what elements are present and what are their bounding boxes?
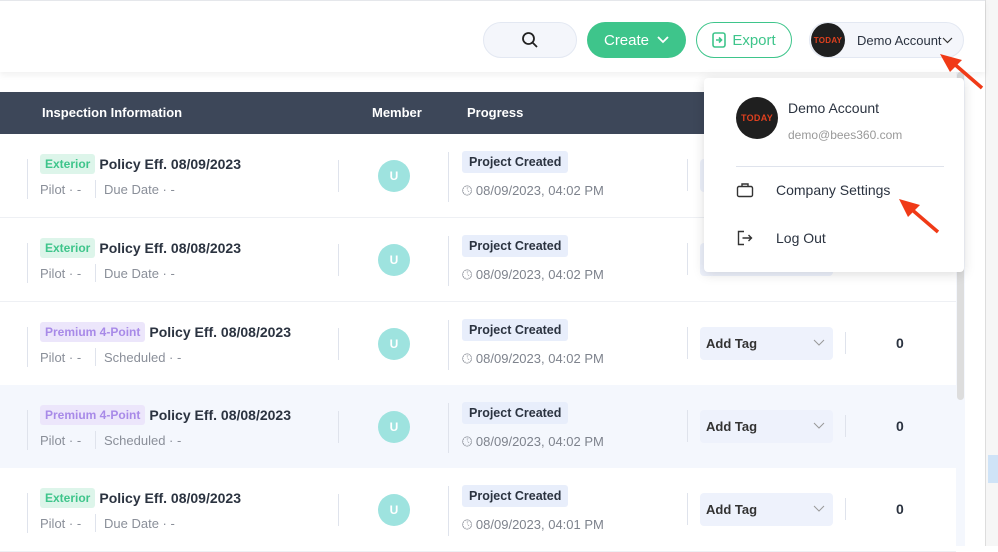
annotation-arrows bbox=[899, 54, 984, 234]
annotation-arrow-settings bbox=[899, 199, 940, 234]
annotation-arrow-account bbox=[940, 54, 984, 90]
